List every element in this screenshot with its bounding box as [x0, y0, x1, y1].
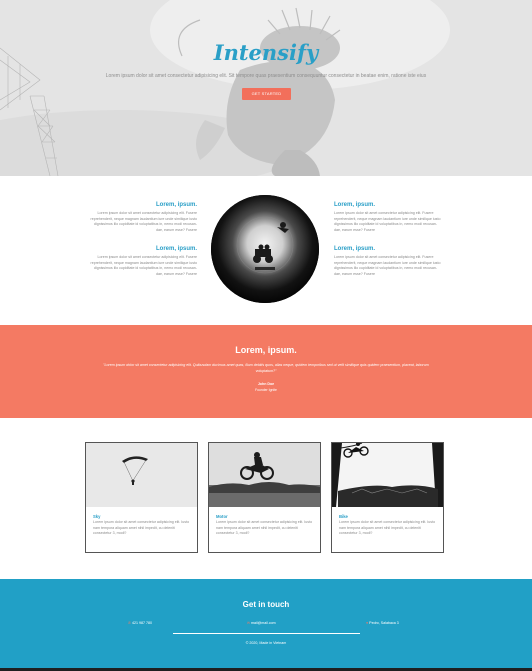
footer-title: Get in touch	[242, 600, 290, 609]
card-text: Lorem ipsum dolor sit amet consectetur a…	[339, 520, 436, 536]
location-pin-icon: ●	[366, 621, 369, 625]
card-title: Bike	[339, 514, 348, 519]
testimonial-role: Founder Ignite	[255, 388, 277, 392]
testimonial-title: Lorem, ipsum.	[235, 345, 297, 355]
feature-left-2: Lorem, ipsum. Lorem ipsum dolor sit amet…	[89, 246, 197, 277]
testimonial-author: John Doe	[257, 382, 275, 386]
tunnel-bikers-image	[211, 195, 319, 303]
footer-section: Get in touch ✆421 987 780 ✉mail@mail.com…	[0, 579, 532, 671]
feature-heading: Lorem, ipsum.	[334, 246, 376, 252]
copyright-text: © 2020, Made in Vietnam	[245, 641, 287, 645]
contact-email[interactable]: ✉mail@mail.com	[247, 621, 276, 625]
card-text: Lorem ipsum dolor sit amet consectetur a…	[216, 520, 313, 536]
hero-title: Intensify	[213, 40, 319, 65]
feature-text: Lorem ipsum dolor sit amet consectetur a…	[334, 255, 441, 276]
card-bike[interactable]: Bike Lorem ipsum dolor sit amet consecte…	[331, 442, 444, 553]
contact-address[interactable]: ●Pedro, Salabaca 3	[366, 621, 399, 625]
address-text: Pedro, Salabaca 3	[369, 621, 399, 625]
feature-heading: Lorem, ipsum.	[155, 246, 197, 252]
motocross-image	[209, 443, 320, 507]
footer-divider	[173, 633, 360, 634]
feature-left-1: Lorem, ipsum. Lorem ipsum dolor sit amet…	[89, 202, 197, 233]
mail-icon: ✉	[247, 621, 251, 625]
email-text: mail@mail.com	[251, 621, 276, 625]
card-title: Motor	[216, 514, 228, 519]
feature-text: Lorem ipsum dolor sit amet consectetur a…	[90, 211, 197, 232]
card-text: Lorem ipsum dolor sit amet consectetur a…	[93, 520, 190, 536]
card-title: Sky	[93, 514, 101, 519]
hero-section: Intensify Lorem ipsum dolor sit amet con…	[0, 0, 532, 176]
phone-text: 421 987 780	[132, 621, 153, 625]
feature-right-2: Lorem, ipsum. Lorem ipsum dolor sit amet…	[334, 246, 442, 277]
get-started-button[interactable]: GET STARTED	[242, 88, 291, 100]
feature-text: Lorem ipsum dolor sit amet consectetur a…	[334, 211, 441, 232]
phone-icon: ✆	[128, 621, 132, 625]
hero-subtitle: Lorem ipsum dolor sit amet consectetur a…	[105, 73, 427, 79]
card-sky[interactable]: Sky Lorem ipsum dolor sit amet consectet…	[85, 442, 198, 553]
paraglider-image	[86, 443, 197, 507]
feature-right-1: Lorem, ipsum. Lorem ipsum dolor sit amet…	[334, 202, 442, 233]
testimonial-quote: "Lorem ipsum dolor sit amet consectetur …	[103, 363, 429, 373]
bmx-jump-image	[332, 443, 443, 507]
feature-heading: Lorem, ipsum.	[155, 202, 197, 208]
contact-phone[interactable]: ✆421 987 780	[128, 621, 152, 625]
feature-heading: Lorem, ipsum.	[334, 202, 376, 208]
feature-text: Lorem ipsum dolor sit amet consectetur a…	[90, 255, 197, 276]
testimonial-section: Lorem, ipsum. "Lorem ipsum dolor sit ame…	[0, 325, 532, 418]
card-motor[interactable]: Motor Lorem ipsum dolor sit amet consect…	[208, 442, 321, 553]
